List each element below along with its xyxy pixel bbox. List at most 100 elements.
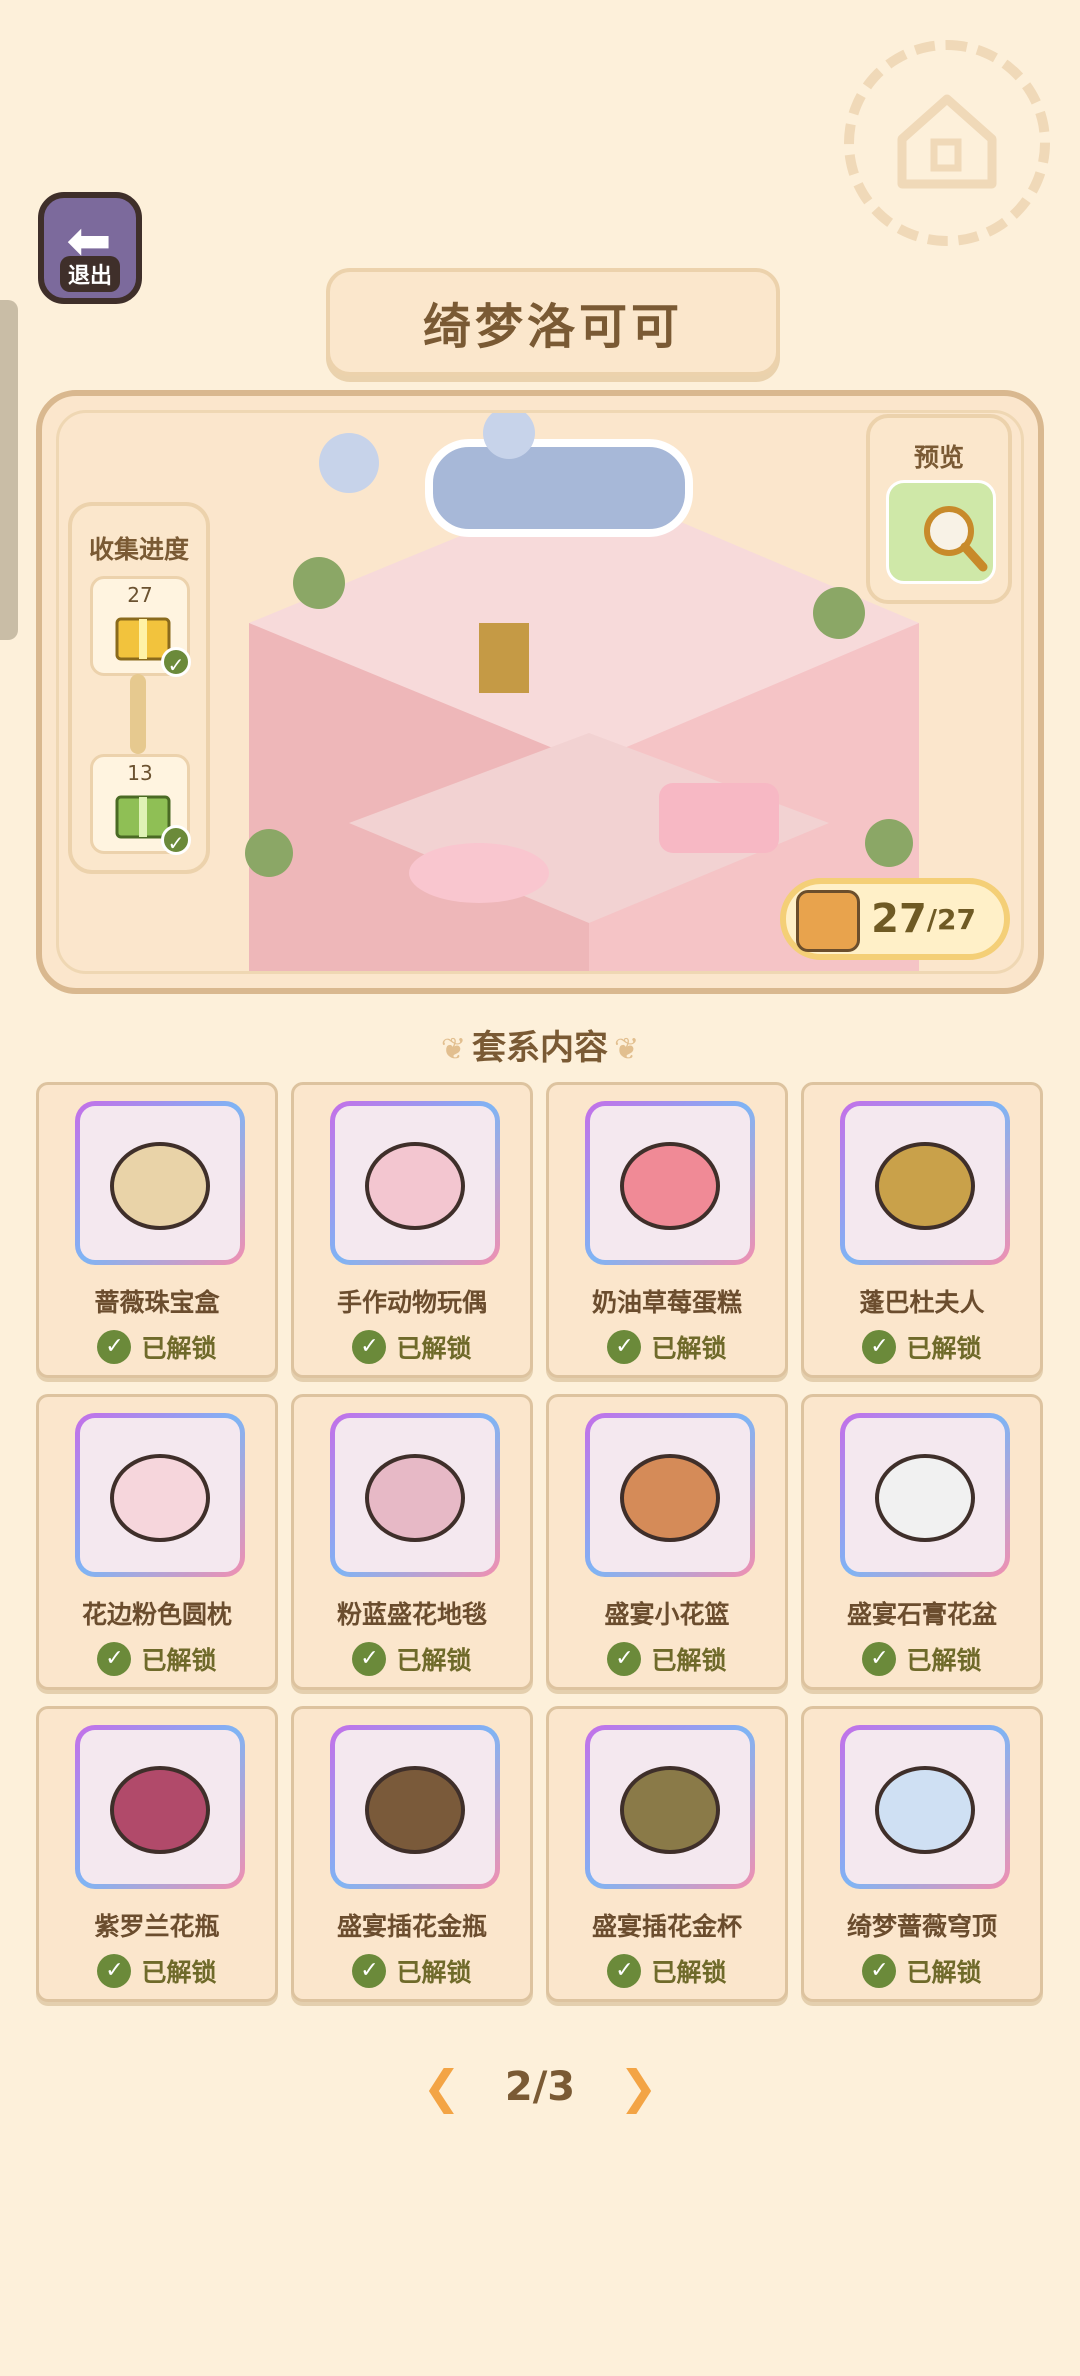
item-name: 盛宴小花篮 [604, 1600, 730, 1629]
item-status: ✓ 已解锁 [549, 1641, 785, 1677]
item-art-icon [875, 1454, 975, 1542]
item-status-label: 已解锁 [906, 1334, 982, 1363]
check-icon: ✓ [97, 1330, 132, 1364]
item-art-icon [620, 1142, 720, 1230]
page-title: 绮梦洛可可 [422, 299, 683, 355]
item-status: ✓ 已解锁 [549, 1953, 785, 1989]
progress-title: 收集进度 [88, 535, 189, 564]
page-indicator: 2/3 [504, 2064, 576, 2110]
exit-button[interactable]: ⬅ 退出 [38, 192, 142, 304]
item-thumbnail [840, 1413, 1010, 1577]
item-name: 紫罗兰花瓶 [94, 1912, 220, 1941]
item-status-label: 已解锁 [651, 1958, 727, 1987]
check-icon: ✓ [97, 1954, 132, 1988]
item-name: 盛宴插花金杯 [591, 1912, 742, 1941]
item-status-label: 已解锁 [396, 1334, 472, 1363]
item-status-label: 已解锁 [651, 1646, 727, 1675]
item-card[interactable]: 盛宴小花篮 ✓ 已解锁 [546, 1394, 788, 1690]
item-thumbnail [585, 1725, 755, 1889]
item-card[interactable]: 盛宴石膏花盆 ✓ 已解锁 [801, 1394, 1043, 1690]
side-drawer-handle[interactable] [0, 300, 18, 640]
preview-button[interactable] [886, 480, 996, 584]
item-thumbnail [75, 1101, 245, 1265]
check-icon: ✓ [862, 1642, 897, 1676]
item-thumbnail [585, 1101, 755, 1265]
item-card[interactable]: 手作动物玩偶 ✓ 已解锁 [291, 1082, 533, 1378]
item-status-label: 已解锁 [396, 1646, 472, 1675]
check-icon: ✓ [607, 1954, 642, 1988]
item-status-label: 已解锁 [906, 1958, 982, 1987]
item-card[interactable]: 粉蓝盛花地毯 ✓ 已解锁 [291, 1394, 533, 1690]
item-status-label: 已解锁 [141, 1646, 217, 1675]
section-title: 套系内容 [472, 1028, 608, 1068]
item-status: ✓ 已解锁 [294, 1329, 530, 1365]
set-title-banner: 绮梦洛可可 [326, 268, 780, 376]
item-status: ✓ 已解锁 [549, 1329, 785, 1365]
item-card[interactable]: 绮梦蔷薇穹顶 ✓ 已解锁 [801, 1706, 1043, 2002]
preview-panel[interactable]: 预览 [866, 414, 1012, 604]
ornament-icon: ❦ [614, 1032, 640, 1067]
item-art-icon [365, 1142, 465, 1230]
item-card[interactable]: 奶油草莓蛋糕 ✓ 已解锁 [546, 1082, 788, 1378]
progress-reward-1[interactable]: 27 ✓ [90, 576, 191, 677]
item-thumbnail [585, 1413, 755, 1577]
item-thumbnail [75, 1725, 245, 1889]
check-icon: ✓ [97, 1642, 132, 1676]
item-thumbnail [840, 1101, 1010, 1265]
item-card[interactable]: 花边粉色圆枕 ✓ 已解锁 [36, 1394, 278, 1690]
collection-book-icon [796, 890, 860, 952]
item-card[interactable]: 盛宴插花金杯 ✓ 已解锁 [546, 1706, 788, 2002]
item-status-label: 已解锁 [141, 1334, 217, 1363]
check-icon: ✓ [352, 1954, 387, 1988]
item-status: ✓ 已解锁 [39, 1329, 275, 1365]
item-name: 绮梦蔷薇穹顶 [846, 1912, 997, 1941]
item-art-icon [875, 1766, 975, 1854]
progress-reward-count: 13 [127, 761, 153, 785]
progress-reward-count: 27 [127, 583, 153, 607]
item-art-icon [110, 1766, 210, 1854]
item-name: 手作动物玩偶 [336, 1288, 487, 1317]
item-status: ✓ 已解锁 [39, 1953, 275, 1989]
item-art-icon [110, 1454, 210, 1542]
section-header: ❦ 套系内容 ❦ [0, 1020, 1080, 1069]
item-status: ✓ 已解锁 [39, 1641, 275, 1677]
collected-count: 27 [871, 896, 927, 942]
back-arrow-icon: ⬅ [66, 209, 112, 272]
item-name: 盛宴插花金瓶 [336, 1912, 487, 1941]
next-page-icon[interactable]: ❯ [619, 2060, 658, 2114]
check-icon: ✓ [862, 1330, 897, 1364]
item-thumbnail [330, 1413, 500, 1577]
item-name: 盛宴石膏花盆 [846, 1600, 997, 1629]
item-thumbnail [330, 1725, 500, 1889]
item-name: 蓬巴杜夫人 [859, 1288, 985, 1317]
item-card[interactable]: 蔷薇珠宝盒 ✓ 已解锁 [36, 1082, 278, 1378]
check-icon: ✓ [161, 647, 191, 677]
item-art-icon [110, 1142, 210, 1230]
item-card[interactable]: 紫罗兰花瓶 ✓ 已解锁 [36, 1706, 278, 2002]
item-status-label: 已解锁 [396, 1958, 472, 1987]
item-art-icon [875, 1142, 975, 1230]
item-card[interactable]: 蓬巴杜夫人 ✓ 已解锁 [801, 1082, 1043, 1378]
collection-count-badge: 27 /27 [780, 878, 1010, 960]
item-status-label: 已解锁 [141, 1958, 217, 1987]
item-status: ✓ 已解锁 [294, 1953, 530, 1989]
check-icon: ✓ [352, 1330, 387, 1364]
check-icon: ✓ [862, 1954, 897, 1988]
item-status: ✓ 已解锁 [804, 1329, 1040, 1365]
home-icon[interactable] [844, 40, 1050, 246]
magnifier-icon [924, 506, 988, 572]
check-icon: ✓ [352, 1642, 387, 1676]
check-icon: ✓ [607, 1330, 642, 1364]
item-name: 奶油草莓蛋糕 [591, 1288, 742, 1317]
item-name: 蔷薇珠宝盒 [94, 1288, 220, 1317]
item-status: ✓ 已解锁 [804, 1641, 1040, 1677]
item-card[interactable]: 盛宴插花金瓶 ✓ 已解锁 [291, 1706, 533, 2002]
progress-reward-2[interactable]: 13 ✓ [90, 754, 191, 855]
item-status: ✓ 已解锁 [804, 1953, 1040, 1989]
item-art-icon [620, 1454, 720, 1542]
item-name: 花边粉色圆枕 [81, 1600, 232, 1629]
check-icon: ✓ [607, 1642, 642, 1676]
prev-page-icon[interactable]: ❮ [422, 2060, 461, 2114]
pagination: ❮ 2/3 ❯ [0, 2060, 1080, 2114]
item-art-icon [620, 1766, 720, 1854]
